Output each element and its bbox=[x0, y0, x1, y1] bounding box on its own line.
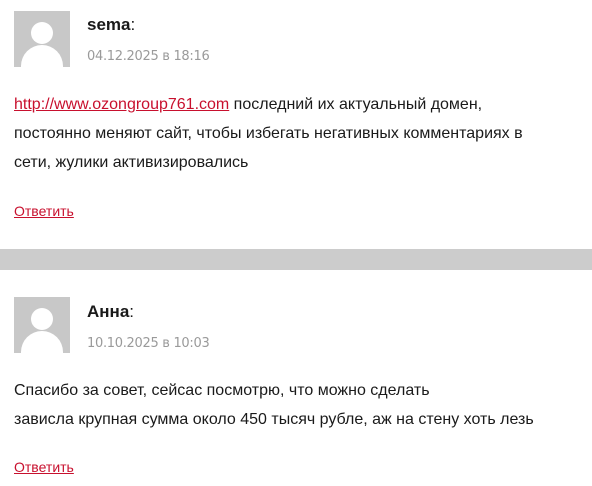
comment-separator bbox=[0, 249, 592, 270]
author-name: sema bbox=[87, 15, 131, 34]
avatar-body bbox=[21, 45, 63, 67]
comment-date[interactable]: 10.10.2025 в 10:03 bbox=[87, 336, 210, 351]
comment-date[interactable]: 04.12.2025 в 18:16 bbox=[87, 49, 210, 64]
comment-text-line-2: постоянно меняют сайт, чтобы избегать не… bbox=[14, 125, 523, 142]
comment-text-line-2: зависла крупная сумма около 450 тысяч ру… bbox=[14, 411, 534, 428]
reply-button[interactable]: Ответить bbox=[14, 459, 74, 475]
comment-text-line-1: последний их актуальный домен, bbox=[229, 96, 483, 113]
comment-text: http://www.ozongroup761.com последний их… bbox=[14, 90, 523, 177]
avatar-head bbox=[31, 22, 53, 44]
avatar-icon bbox=[14, 11, 70, 67]
avatar-body bbox=[21, 331, 63, 353]
author-colon: : bbox=[130, 15, 136, 34]
comment-author: Анна: bbox=[87, 302, 134, 322]
comment-text-line-1: Спасибо за совет, сейсас посмотрю, что м… bbox=[14, 382, 430, 399]
comment-author: sema: bbox=[87, 15, 135, 35]
reply-button[interactable]: Ответить bbox=[14, 203, 74, 219]
comment: sema: 04.12.2025 в 18:16 http://www.ozon… bbox=[0, 0, 592, 249]
avatar-head bbox=[31, 308, 53, 330]
comment-text: Спасибо за совет, сейсас посмотрю, что м… bbox=[14, 376, 534, 434]
author-name: Анна bbox=[87, 302, 130, 321]
avatar-icon bbox=[14, 297, 70, 353]
comment: Анна: 10.10.2025 в 10:03 Спасибо за сове… bbox=[0, 270, 592, 486]
comment-link[interactable]: http://www.ozongroup761.com bbox=[14, 96, 229, 113]
author-colon: : bbox=[129, 302, 135, 321]
comment-text-line-3: сети, жулики активизировались bbox=[14, 154, 249, 171]
